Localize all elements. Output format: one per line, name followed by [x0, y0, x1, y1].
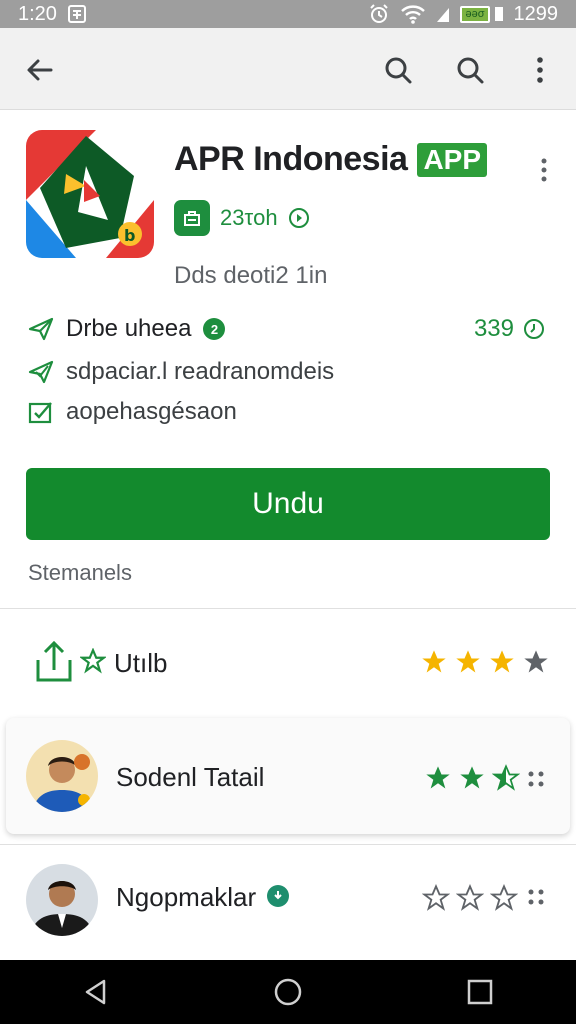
- star-empty-icon: [456, 884, 484, 911]
- star-filled-icon: [456, 650, 480, 673]
- battery-label: ǝǝσ: [460, 5, 490, 23]
- status-left: 1:20: [18, 3, 87, 26]
- status-right: ǝǝσ 1299: [368, 3, 558, 26]
- row-label: Sodenl Tatail: [116, 762, 265, 792]
- feature-count: 339: [474, 315, 546, 343]
- check-send-icon: [28, 360, 54, 384]
- feature-item: aopehasgésaon: [28, 398, 237, 426]
- search-button[interactable]: [376, 48, 420, 92]
- feature-item: sdpaciar.l readranomdeis: [28, 358, 334, 386]
- star-filled-icon: [460, 766, 484, 789]
- status-right-time: 1299: [513, 2, 559, 25]
- developer-label: Dds deoti2 1in: [174, 262, 328, 289]
- nav-home-button[interactable]: [258, 962, 318, 1022]
- search-button-2[interactable]: [448, 48, 492, 92]
- search-icon: [385, 57, 412, 84]
- share-icon: [36, 640, 72, 682]
- app-title: APR Indonesia: [174, 140, 408, 178]
- star-half-icon: [492, 764, 520, 791]
- feature-label: sdpaciar.l readranomdeis: [66, 358, 335, 385]
- signal-icon: [436, 5, 450, 23]
- star-filled-icon: [422, 650, 446, 673]
- star-gray-icon: [524, 650, 548, 673]
- verified-icon: [267, 885, 289, 907]
- rating-stars: [420, 648, 550, 676]
- search-icon: [457, 57, 484, 84]
- back-button[interactable]: [18, 48, 62, 92]
- list-item-card[interactable]: Sodenl Tatail: [6, 718, 570, 834]
- row-label: Utılb: [114, 648, 168, 678]
- check-box-icon: [28, 402, 52, 424]
- status-time: 1:20: [18, 2, 57, 25]
- row-label: Ngopmaklar: [116, 882, 257, 912]
- wifi-icon: [400, 4, 426, 24]
- svg-text:b: b: [124, 226, 135, 245]
- feature-count-value: 339: [473, 315, 514, 342]
- app-more-button[interactable]: [532, 150, 556, 190]
- app-badge: APP: [417, 142, 488, 177]
- info-icon[interactable]: [288, 207, 310, 229]
- feature-label: Drbe uheea: [66, 315, 192, 342]
- send-icon: [28, 317, 54, 341]
- app-toolbar: [0, 28, 576, 110]
- more-options-button[interactable]: [518, 48, 562, 92]
- star-filled-icon: [426, 766, 450, 789]
- drag-handle-icon[interactable]: [526, 768, 546, 790]
- install-button[interactable]: Undu: [26, 468, 550, 540]
- drag-handle-icon[interactable]: [526, 886, 546, 908]
- app-size: 23τoh: [220, 205, 278, 230]
- more-vert-icon: [537, 57, 543, 83]
- nav-recents-icon: [467, 979, 493, 1005]
- list-item[interactable]: Ngopmaklar: [0, 846, 576, 956]
- clock-icon: [524, 319, 544, 339]
- more-vert-icon: [541, 158, 547, 182]
- back-arrow-icon: [27, 59, 53, 81]
- rating-stars: [422, 884, 518, 912]
- status-bar: 1:20 ǝǝσ 1299: [0, 0, 576, 28]
- verified-icon: 2: [203, 318, 226, 340]
- system-nav-bar: [0, 960, 576, 1024]
- star-icon: [80, 648, 106, 674]
- feature-label: aopehasgésaon: [66, 398, 237, 425]
- app-logo-icon: b: [26, 130, 154, 258]
- nav-home-icon: [274, 978, 302, 1006]
- rating-stars: [424, 764, 520, 792]
- battery-icon: ǝǝσ: [460, 5, 503, 23]
- package-icon: [174, 200, 210, 236]
- list-item[interactable]: Utılb: [0, 610, 576, 716]
- app-size-row: 23τoh: [174, 200, 310, 236]
- nav-back-icon: [85, 979, 106, 1005]
- summary-text: Stemanels: [28, 560, 132, 585]
- divider: [0, 844, 576, 845]
- star-empty-icon: [490, 884, 518, 911]
- nav-recents-button[interactable]: [450, 962, 510, 1022]
- app-header: b APR Indonesia APP 23τoh Dds deoti2 1in…: [0, 110, 576, 610]
- star-filled-icon: [490, 650, 514, 673]
- notification-icon: [67, 4, 87, 24]
- feature-item: Drbe uheea 2: [28, 315, 226, 343]
- star-empty-icon: [422, 884, 450, 911]
- nav-back-button[interactable]: [66, 962, 126, 1022]
- divider: [0, 608, 576, 609]
- avatar: [26, 740, 98, 812]
- app-title-row: APR Indonesia APP: [174, 140, 488, 179]
- avatar: [26, 864, 98, 936]
- alarm-icon: [368, 3, 390, 25]
